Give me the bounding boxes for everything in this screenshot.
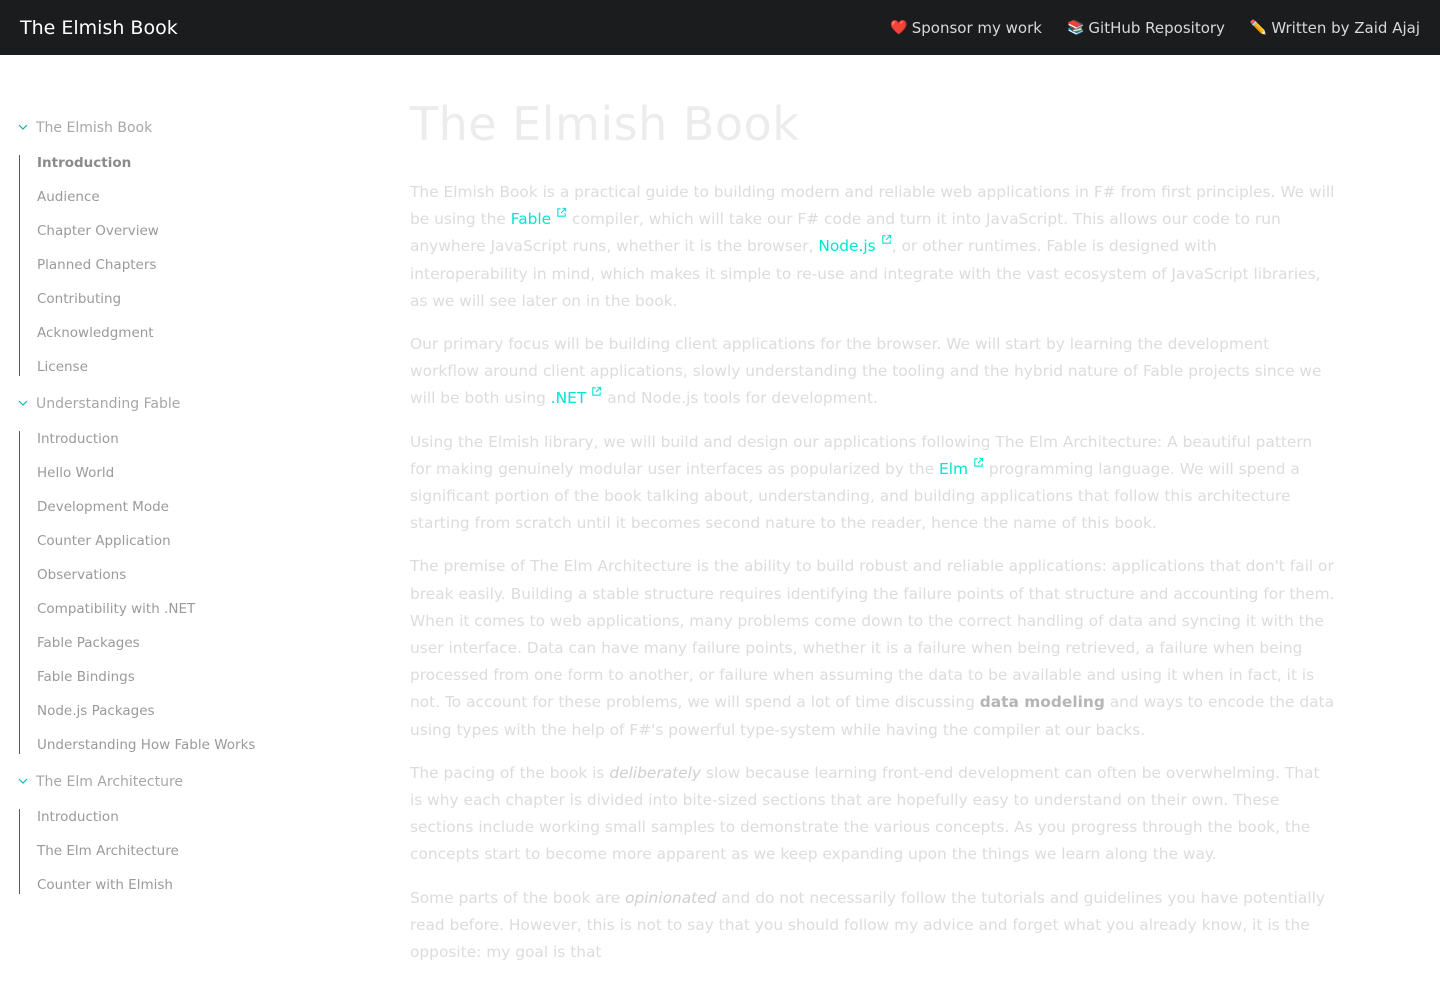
books-icon: 📚 [1066,19,1085,36]
heart-icon: ❤️ [890,19,908,36]
emphasis-text: deliberately [609,763,702,782]
sidebar: The Elmish Book Introduction Audience Ch… [0,55,320,900]
fable-link[interactable]: Fable [510,208,567,229]
sidebar-section-items: Introduction The Elm Architecture Counte… [19,809,320,894]
sidebar-item-introduction[interactable]: Introduction [37,809,320,843]
sidebar-item-hello-world[interactable]: Hello World [37,465,320,499]
sidebar-section-header[interactable]: Understanding Fable [18,394,320,414]
sidebar-item-license[interactable]: License [37,359,320,376]
sidebar-section-elmish-book: The Elmish Book Introduction Audience Ch… [18,118,320,376]
paragraph-text: The pacing of the book is [410,763,610,782]
external-link-icon [592,387,602,397]
author-link[interactable]: ✏️ Written by Zaid Ajaj [1250,19,1420,37]
nodejs-link[interactable]: Node.js [818,235,891,256]
sidebar-item-development-mode[interactable]: Development Mode [37,499,320,533]
paragraph-text: Some parts of the book are [410,888,626,907]
external-link-icon [974,457,984,467]
sidebar-item-planned-chapters[interactable]: Planned Chapters [37,257,320,291]
sidebar-item-introduction[interactable]: Introduction [37,155,320,189]
paragraph-premise: The premise of The Elm Architecture is t… [410,553,1335,743]
sidebar-item-acknowledgment[interactable]: Acknowledgment [37,325,320,359]
sidebar-item-elm-architecture[interactable]: The Elm Architecture [37,843,320,877]
sidebar-item-audience[interactable]: Audience [37,189,320,223]
sidebar-item-observations[interactable]: Observations [37,567,320,601]
sidebar-section-title: Understanding Fable [36,396,181,412]
sidebar-item-fable-packages[interactable]: Fable Packages [37,635,320,669]
dotnet-link[interactable]: .NET [550,387,603,408]
paragraph-text: The premise of The Elm Architecture is t… [410,557,1335,712]
sidebar-item-contributing[interactable]: Contributing [37,291,320,325]
link-label: .NET [550,389,587,408]
author-link-label: Written by Zaid Ajaj [1271,18,1420,37]
sidebar-section-header[interactable]: The Elm Architecture [18,772,320,792]
paragraph-opinionated: Some parts of the book are opinionated a… [410,885,1335,967]
chevron-down-icon [18,400,28,406]
sidebar-section-title: The Elmish Book [36,120,153,136]
link-label: Elm [938,459,968,478]
link-label: Fable [510,210,552,229]
sidebar-section-header[interactable]: The Elmish Book [18,118,320,138]
external-link-icon [557,208,567,217]
paragraph-pacing: The pacing of the book is deliberately s… [410,760,1335,869]
sidebar-section-elm-architecture: The Elm Architecture Introduction The El… [18,772,320,894]
pencil-icon: ✏️ [1249,19,1268,36]
sidebar-section-title: The Elm Architecture [36,774,184,790]
sidebar-item-counter-with-elmish[interactable]: Counter with Elmish [37,877,320,894]
chevron-down-icon [18,124,28,130]
sidebar-item-compatibility-net[interactable]: Compatibility with .NET [37,601,320,635]
main-content: The Elmish Book The Elmish Book is a pra… [410,96,1335,982]
sponsor-link[interactable]: ❤️ Sponsor my work [890,19,1042,37]
page-title: The Elmish Book [410,97,800,151]
paragraph-text: and Node.js tools for development. [602,389,878,408]
paragraph-intro: The Elmish Book is a practical guide to … [410,179,1335,315]
external-link-icon [881,235,891,245]
link-label: Node.js [818,237,876,256]
sponsor-link-label: Sponsor my work [911,18,1042,37]
sidebar-item-how-fable-works[interactable]: Understanding How Fable Works [37,737,320,754]
bold-text: data modeling [979,693,1105,712]
elm-link[interactable]: Elm [938,457,984,478]
sidebar-item-introduction[interactable]: Introduction [37,431,320,465]
top-navbar: The Elmish Book ❤️ Sponsor my work 📚 Git… [0,0,1440,55]
brand-title[interactable]: The Elmish Book [20,17,178,39]
sidebar-section-items: Introduction Hello World Development Mod… [19,431,320,754]
paragraph-elmish: Using the Elmish library, we will build … [410,429,1335,538]
sidebar-section-items: Introduction Audience Chapter Overview P… [19,155,320,376]
sidebar-item-fable-bindings[interactable]: Fable Bindings [37,669,320,703]
navbar-links: ❤️ Sponsor my work 📚 GitHub Repository ✏… [865,19,1420,37]
sidebar-section-understanding-fable: Understanding Fable Introduction Hello W… [18,394,320,754]
github-repository-link[interactable]: 📚 GitHub Repository [1067,19,1225,37]
sidebar-item-nodejs-packages[interactable]: Node.js Packages [37,703,320,737]
paragraph-focus: Our primary focus will be building clien… [410,331,1335,413]
github-repository-label: GitHub Repository [1088,18,1225,37]
chevron-down-icon [18,778,28,784]
sidebar-item-counter-application[interactable]: Counter Application [37,533,320,567]
emphasis-text: opinionated [625,888,717,907]
sidebar-item-chapter-overview[interactable]: Chapter Overview [37,223,320,257]
